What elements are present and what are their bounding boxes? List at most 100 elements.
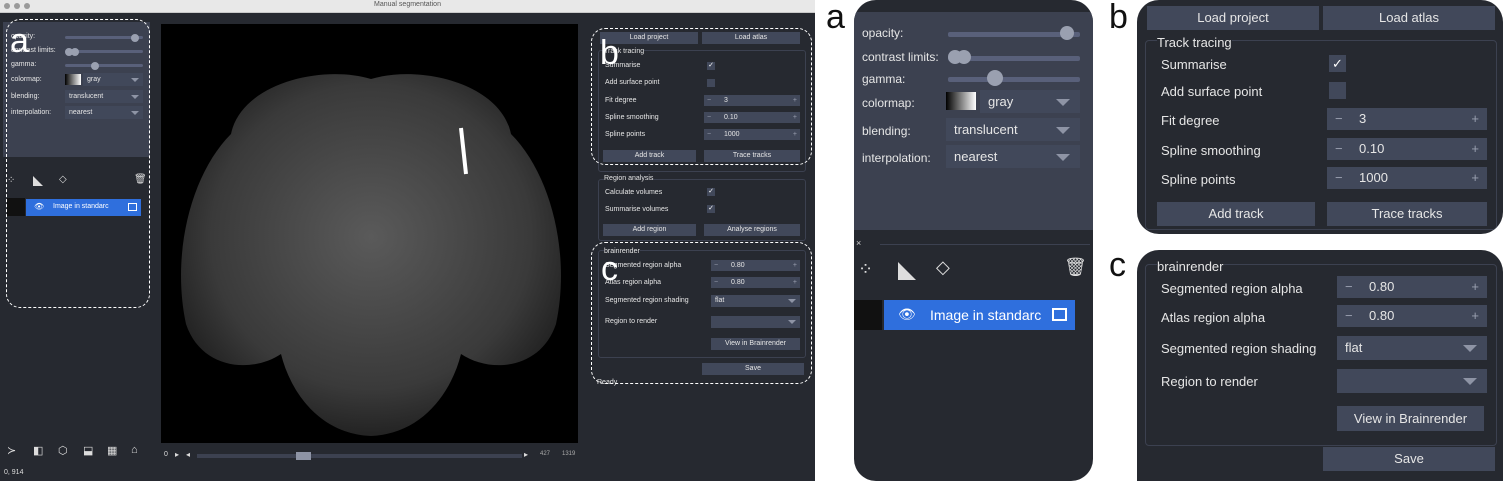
image-canvas[interactable] bbox=[161, 24, 578, 443]
spline-smoothing-value: 0.10 bbox=[1359, 141, 1385, 156]
shapes-layer-icon[interactable] bbox=[898, 262, 916, 280]
spline-smoothing-spinbox[interactable]: − 0.10 + bbox=[1327, 138, 1487, 160]
step-forward-icon[interactable]: ▸ bbox=[524, 450, 528, 459]
points-layer-icon[interactable]: ⁘ bbox=[858, 259, 873, 280]
roll-dims-icon[interactable]: ⬡ bbox=[58, 444, 68, 457]
dims-slider-bar: 0 ▸ ◂ ▸ 427 1319 bbox=[161, 450, 578, 462]
title-bar: Manual segmentation bbox=[0, 0, 815, 13]
slice-slider-handle[interactable] bbox=[296, 452, 311, 460]
image-icon bbox=[1052, 308, 1067, 321]
slice-slider[interactable] bbox=[197, 454, 522, 458]
minus-icon[interactable]: − bbox=[1335, 108, 1343, 130]
colormap-dropdown[interactable]: gray bbox=[980, 90, 1080, 113]
grid-icon[interactable]: ▦ bbox=[107, 444, 117, 457]
colormap-label: colormap: bbox=[862, 96, 915, 110]
opacity-label: opacity: bbox=[862, 26, 904, 40]
home-icon[interactable]: ⌂ bbox=[131, 444, 138, 456]
step-back-icon[interactable]: ◂ bbox=[186, 450, 190, 459]
region-dropdown[interactable] bbox=[1337, 369, 1487, 393]
save-button[interactable]: Save bbox=[1323, 447, 1495, 471]
cursor-coords: 0, 914 bbox=[4, 469, 24, 476]
eye-icon[interactable]: 👁 bbox=[898, 306, 916, 323]
chevron-down-icon bbox=[1056, 126, 1070, 134]
transpose-icon[interactable]: ⬓ bbox=[83, 444, 93, 457]
chevron-down-icon bbox=[1056, 98, 1070, 106]
layer-item-image[interactable]: 👁 Image in standarc bbox=[884, 300, 1075, 330]
labels-layer-icon[interactable]: ◇ bbox=[936, 257, 950, 278]
callout-letter-c: c bbox=[601, 250, 618, 288]
summarise-label: Summarise bbox=[1161, 57, 1227, 72]
callout-letter-b: b bbox=[600, 34, 619, 72]
ndisplay-icon[interactable]: ◧ bbox=[33, 444, 43, 457]
zoom-layer-controls: opacity: contrast limits: gamma: colorma… bbox=[854, 12, 1093, 230]
plus-icon[interactable]: + bbox=[1471, 167, 1479, 189]
close-icon[interactable]: × bbox=[856, 238, 861, 248]
add-surface-checkbox[interactable] bbox=[1329, 82, 1346, 99]
view-brainrender-button[interactable]: View in Brainrender bbox=[1337, 406, 1484, 431]
seg-alpha-value: 0.80 bbox=[1369, 279, 1395, 294]
plus-icon[interactable]: + bbox=[1471, 138, 1479, 160]
plus-icon[interactable]: + bbox=[1471, 305, 1479, 327]
contrast-high-handle[interactable] bbox=[957, 50, 971, 64]
interpolation-dropdown[interactable]: nearest bbox=[946, 145, 1080, 168]
region-analysis-title: Region analysis bbox=[604, 175, 654, 182]
add-track-button[interactable]: Add track bbox=[1157, 202, 1315, 226]
spline-points-label: Spline points bbox=[1161, 172, 1236, 187]
plus-icon[interactable]: + bbox=[1471, 108, 1479, 130]
trace-tracks-button[interactable]: Trace tracks bbox=[1327, 202, 1487, 226]
gamma-slider[interactable] bbox=[948, 77, 1080, 82]
atlas-alpha-spinbox[interactable]: − 0.80 + bbox=[1337, 305, 1487, 327]
callout-letter-a: a bbox=[10, 22, 29, 60]
gamma-slider-handle[interactable] bbox=[987, 70, 1003, 86]
minus-icon[interactable]: − bbox=[1335, 167, 1343, 189]
colormap-value: gray bbox=[988, 94, 1014, 109]
fit-degree-spinbox[interactable]: − 3 + bbox=[1327, 108, 1487, 130]
colormap-preview bbox=[946, 92, 976, 110]
spline-points-value: 1000 bbox=[1359, 170, 1388, 185]
add-surface-label: Add surface point bbox=[1161, 84, 1263, 99]
seg-alpha-spinbox[interactable]: − 0.80 + bbox=[1337, 276, 1487, 298]
divider bbox=[880, 244, 1090, 245]
plus-icon[interactable]: + bbox=[1471, 276, 1479, 298]
calc-volumes-checkbox[interactable]: ✓ bbox=[707, 188, 715, 196]
shading-value: flat bbox=[1345, 340, 1363, 355]
spline-points-spinbox[interactable]: − 1000 + bbox=[1327, 167, 1487, 189]
load-atlas-button[interactable]: Load atlas bbox=[1323, 6, 1495, 30]
summarise-volumes-label: Summarise volumes bbox=[605, 206, 669, 213]
layer-thumbnail bbox=[854, 300, 882, 330]
delete-layer-icon[interactable]: 🗑 bbox=[1064, 257, 1087, 278]
blending-label: blending: bbox=[862, 124, 911, 138]
atlas-alpha-value: 0.80 bbox=[1369, 308, 1395, 323]
fit-degree-label: Fit degree bbox=[1161, 113, 1220, 128]
interpolation-value: nearest bbox=[954, 149, 998, 164]
brain-section-image bbox=[181, 74, 561, 436]
chevron-down-icon bbox=[1056, 153, 1070, 161]
load-project-button[interactable]: Load project bbox=[1147, 6, 1319, 30]
napari-window: Manual segmentation opacity: contrast li… bbox=[0, 0, 815, 481]
summarise-volumes-checkbox[interactable]: ✓ bbox=[707, 205, 715, 213]
analyse-regions-button[interactable]: Analyse regions bbox=[704, 224, 800, 236]
add-region-button[interactable]: Add region bbox=[603, 224, 696, 236]
minus-icon[interactable]: − bbox=[1345, 305, 1353, 327]
minus-icon[interactable]: − bbox=[1335, 138, 1343, 160]
console-icon[interactable]: ≻ bbox=[7, 444, 16, 457]
zoom-panel-c: brainrender Segmented region alpha − 0.80… bbox=[1137, 250, 1503, 481]
blending-dropdown[interactable]: translucent bbox=[946, 118, 1080, 141]
slice-start: 0 bbox=[164, 451, 168, 458]
shading-label: Segmented region shading bbox=[1161, 341, 1317, 356]
zoom-panel-b: Load project Load atlas Track tracing Su… bbox=[1137, 0, 1503, 234]
shading-dropdown[interactable]: flat bbox=[1337, 336, 1487, 360]
seg-alpha-label: Segmented region alpha bbox=[1161, 281, 1303, 296]
spline-smoothing-label: Spline smoothing bbox=[1161, 143, 1261, 158]
interpolation-label: interpolation: bbox=[862, 151, 931, 165]
summarise-checkbox[interactable]: ✓ bbox=[1329, 55, 1346, 72]
opacity-slider-handle[interactable] bbox=[1060, 26, 1074, 40]
panel-letter-b: b bbox=[1109, 0, 1128, 36]
play-icon[interactable]: ▸ bbox=[175, 450, 179, 459]
slice-total: 1319 bbox=[562, 451, 576, 457]
minus-icon[interactable]: − bbox=[1345, 276, 1353, 298]
gamma-label: gamma: bbox=[862, 72, 906, 86]
slice-current: 427 bbox=[540, 451, 551, 457]
contrast-limits-label: contrast limits: bbox=[862, 50, 939, 64]
panel-letter-c: c bbox=[1109, 246, 1126, 284]
